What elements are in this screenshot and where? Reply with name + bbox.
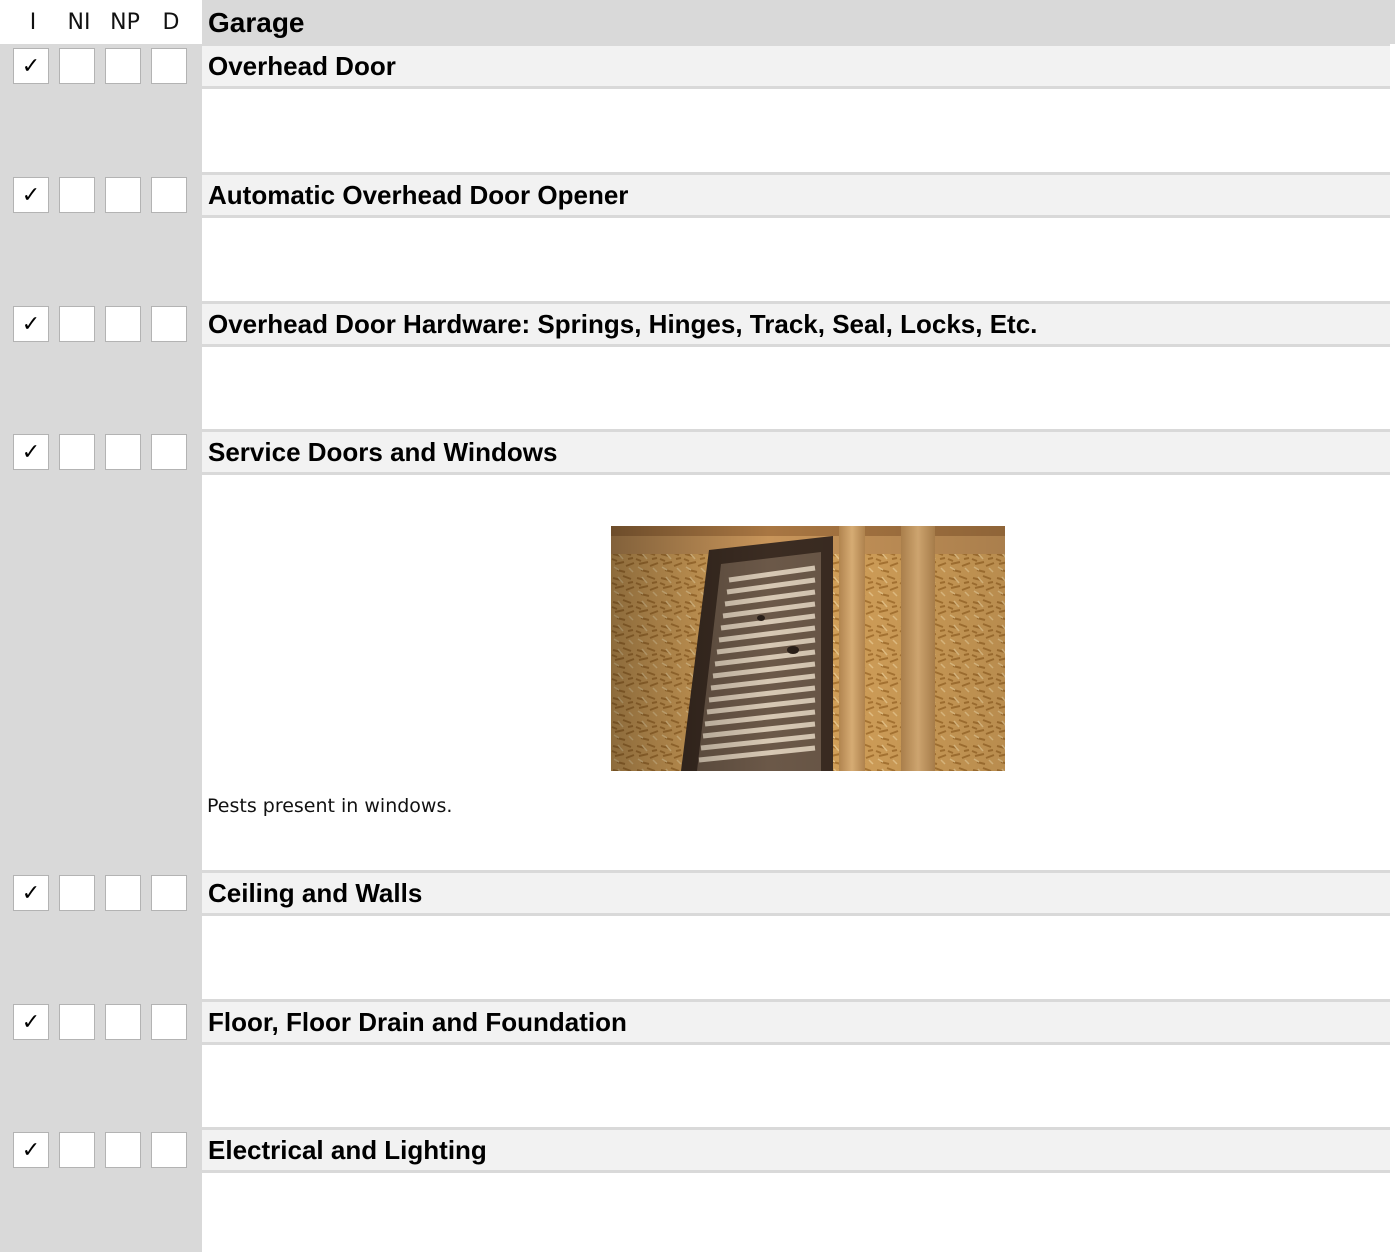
- check-mark-icon: ✓: [21, 880, 41, 906]
- checkbox-not-inspected[interactable]: [59, 306, 95, 342]
- item-title: Automatic Overhead Door Opener: [208, 180, 629, 210]
- checkbox-deficient[interactable]: [151, 48, 187, 84]
- check-mark-icon: ✓: [21, 439, 41, 465]
- item-title: Floor, Floor Drain and Foundation: [208, 1007, 627, 1037]
- checkbox-inspected[interactable]: ✓: [13, 1004, 49, 1040]
- check-mark-icon: ✓: [21, 311, 41, 337]
- column-label-ni: NI: [67, 10, 91, 35]
- item-title: Overhead Door: [208, 51, 396, 81]
- checkbox-deficient[interactable]: [151, 177, 187, 213]
- check-mark-icon: ✓: [21, 1137, 41, 1163]
- checkbox-not-present[interactable]: [105, 306, 141, 342]
- check-mark-icon: ✓: [21, 1009, 41, 1035]
- checkbox-not-inspected[interactable]: [59, 875, 95, 911]
- item-title-bar: Electrical and Lighting: [202, 1127, 1390, 1173]
- checkbox-not-present[interactable]: [105, 434, 141, 470]
- checkbox-inspected[interactable]: ✓: [13, 875, 49, 911]
- item-title-bar: Service Doors and Windows: [202, 429, 1390, 475]
- checkbox-deficient[interactable]: [151, 306, 187, 342]
- checkbox-not-inspected[interactable]: [59, 434, 95, 470]
- item-title: Overhead Door Hardware: Springs, Hinges,…: [208, 309, 1038, 339]
- check-mark-icon: ✓: [21, 182, 41, 208]
- checkbox-not-present[interactable]: [105, 1004, 141, 1040]
- checkbox-not-inspected[interactable]: [59, 1132, 95, 1168]
- item-title-bar: Ceiling and Walls: [202, 870, 1390, 916]
- item-title: Ceiling and Walls: [208, 878, 423, 908]
- item-title-bar: Overhead Door: [202, 43, 1390, 89]
- checkbox-not-inspected[interactable]: [59, 48, 95, 84]
- item-comment: Pests present in windows.: [207, 795, 453, 817]
- checkbox-not-inspected[interactable]: [59, 1004, 95, 1040]
- column-label-d: D: [162, 10, 180, 35]
- inspection-photo[interactable]: [611, 526, 1005, 771]
- item-title: Service Doors and Windows: [208, 437, 558, 467]
- checkbox-inspected[interactable]: ✓: [13, 177, 49, 213]
- checkbox-inspected[interactable]: ✓: [13, 306, 49, 342]
- section-title: Garage: [208, 7, 305, 38]
- checkbox-inspected[interactable]: ✓: [13, 1132, 49, 1168]
- section-header: Garage: [202, 0, 1395, 44]
- item-title-bar: Overhead Door Hardware: Springs, Hinges,…: [202, 301, 1390, 347]
- checkbox-not-present[interactable]: [105, 1132, 141, 1168]
- checkbox-deficient[interactable]: [151, 434, 187, 470]
- checkbox-inspected[interactable]: ✓: [13, 434, 49, 470]
- checkbox-not-inspected[interactable]: [59, 177, 95, 213]
- checkbox-deficient[interactable]: [151, 1132, 187, 1168]
- item-title-bar: Automatic Overhead Door Opener: [202, 172, 1390, 218]
- checkbox-not-present[interactable]: [105, 875, 141, 911]
- column-label-np: NP: [110, 10, 140, 35]
- checkbox-not-present[interactable]: [105, 48, 141, 84]
- column-label-i: I: [29, 10, 37, 35]
- check-mark-icon: ✓: [21, 53, 41, 79]
- rating-column-header: I NI NP D: [0, 0, 202, 44]
- item-title-bar: Floor, Floor Drain and Foundation: [202, 999, 1390, 1045]
- checkbox-deficient[interactable]: [151, 1004, 187, 1040]
- item-title: Electrical and Lighting: [208, 1135, 487, 1165]
- checkbox-deficient[interactable]: [151, 875, 187, 911]
- checkbox-not-present[interactable]: [105, 177, 141, 213]
- checkbox-inspected[interactable]: ✓: [13, 48, 49, 84]
